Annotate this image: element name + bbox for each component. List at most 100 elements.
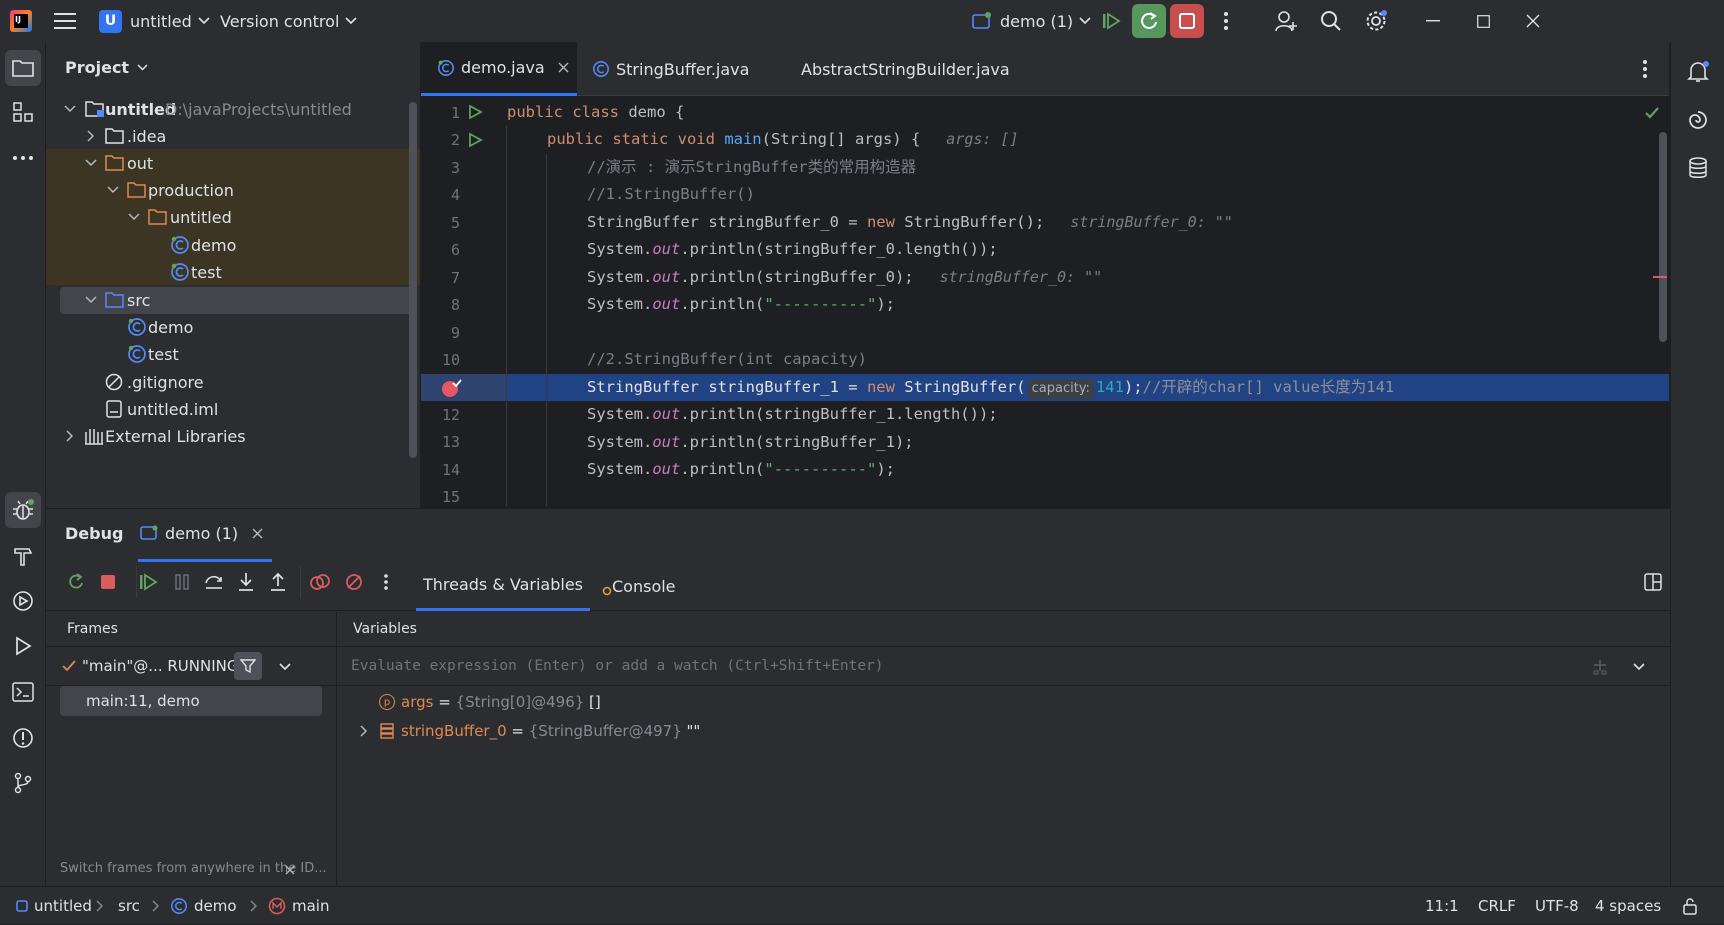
filter-icon[interactable]	[234, 652, 262, 680]
breadcrumb-main[interactable]: main	[268, 887, 329, 925]
breadcrumb-src[interactable]: src	[118, 887, 140, 925]
project-switcher[interactable]: U untitled	[99, 0, 210, 42]
code-line-13[interactable]: System.out.println(stringBuffer_1);	[587, 429, 914, 456]
project-panel-header[interactable]: Project	[65, 42, 148, 92]
stop-button[interactable]	[1170, 0, 1204, 42]
close-tab-icon[interactable]	[252, 528, 263, 539]
more-actions-icon[interactable]	[1218, 0, 1234, 42]
resume-program-icon[interactable]	[134, 568, 162, 596]
more-tools-button[interactable]	[5, 140, 41, 176]
breadcrumb-project[interactable]: untitled	[16, 887, 92, 925]
tree-item-gitignore[interactable]: .gitignore	[46, 367, 418, 397]
tab-demo-java[interactable]: demo.java	[421, 42, 577, 96]
problems-tool-button[interactable]	[5, 720, 41, 756]
close-tab-icon[interactable]	[558, 62, 569, 73]
run-main-icon[interactable]	[467, 132, 483, 148]
tree-item-idea[interactable]: .idea	[46, 121, 418, 151]
tree-item-src-demo[interactable]: demo	[46, 312, 418, 342]
code-line-11[interactable]: StringBuffer stringBuffer_1 = new String…	[587, 374, 1394, 401]
step-out-icon[interactable]	[264, 568, 292, 596]
variable-row[interactable]: p args = {String[0]@496} []	[337, 687, 1637, 717]
project-scrollbar[interactable]	[409, 102, 417, 458]
mute-breakpoints-icon[interactable]	[340, 568, 368, 596]
layout-settings-icon[interactable]	[1644, 573, 1662, 591]
terminal-tool-button[interactable]	[5, 674, 41, 710]
ai-assistant-button[interactable]	[1680, 102, 1716, 138]
git-tool-button[interactable]	[5, 765, 41, 801]
stop-icon[interactable]	[94, 568, 122, 596]
thread-selector[interactable]: "main"@... RUNNING	[46, 646, 336, 686]
code-line-7[interactable]: System.out.println(stringBuffer_0); strin…	[587, 264, 1102, 291]
code-line-8[interactable]: System.out.println("----------");	[587, 291, 895, 318]
vcs-menu[interactable]: Version control	[220, 0, 357, 42]
code-line-1[interactable]: public class demo {	[507, 99, 684, 126]
maximize-button[interactable]	[1458, 0, 1508, 42]
code-line-10[interactable]: //2.StringBuffer(int capacity)	[587, 346, 867, 373]
services-tool-button[interactable]	[5, 583, 41, 619]
tree-item-external-libraries[interactable]: External Libraries	[46, 421, 418, 451]
tree-item-untitled-out[interactable]: untitled	[46, 202, 418, 232]
line-separator[interactable]: CRLF	[1478, 887, 1516, 925]
tab-console[interactable]: Console	[602, 561, 676, 611]
frame-item[interactable]: main:11, demo	[60, 686, 322, 716]
tree-item-untitled-root[interactable]: untitled D:\javaProjects\untitled	[46, 94, 418, 124]
tab-stringbuffer-java[interactable]: StringBuffer.java	[592, 42, 762, 96]
step-over-icon[interactable]	[200, 568, 228, 596]
minimize-button[interactable]	[1408, 0, 1458, 42]
chevron-down-icon[interactable]	[1633, 663, 1645, 671]
tab-threads-variables[interactable]: Threads & Variables	[416, 561, 590, 611]
chevron-down-icon[interactable]	[279, 663, 291, 671]
database-button[interactable]	[1680, 150, 1716, 186]
structure-tool-button[interactable]	[5, 94, 41, 130]
code-line-6[interactable]: System.out.println(stringBuffer_0.length…	[587, 236, 998, 263]
project-tool-button[interactable]	[5, 50, 41, 86]
add-watch-icon[interactable]	[1592, 659, 1608, 675]
tree-item-src[interactable]: src	[46, 285, 418, 315]
indent-settings[interactable]: 4 spaces	[1595, 887, 1661, 925]
close-hint-icon[interactable]	[285, 865, 295, 875]
editor-scrollbar[interactable]	[1659, 132, 1667, 342]
search-icon[interactable]	[1320, 0, 1342, 42]
code-line-4[interactable]: //1.StringBuffer()	[587, 181, 755, 208]
close-window-button[interactable]	[1508, 0, 1558, 42]
debug-session-tab[interactable]: demo (1)	[140, 509, 263, 557]
tree-item-test-class[interactable]: test	[46, 257, 418, 287]
run-tool-button[interactable]	[5, 628, 41, 664]
tree-item-iml[interactable]: untitled.iml	[46, 394, 418, 424]
view-breakpoints-icon[interactable]	[306, 568, 334, 596]
tree-item-src-test[interactable]: test	[46, 339, 418, 369]
pause-icon[interactable]	[168, 568, 196, 596]
intellij-logo[interactable]: IJ	[10, 0, 32, 42]
rerun-debug-button[interactable]	[1132, 0, 1166, 42]
code-line-12[interactable]: System.out.println(stringBuffer_1.length…	[587, 401, 998, 428]
build-tool-button[interactable]	[5, 538, 41, 574]
rerun-icon[interactable]	[62, 568, 90, 596]
code-line-14[interactable]: System.out.println("----------");	[587, 456, 895, 483]
code-line-5[interactable]: StringBuffer stringBuffer_0 = new String…	[587, 209, 1233, 236]
variable-row[interactable]: stringBuffer_0 = {StringBuffer@497} ""	[337, 716, 1637, 746]
more-debug-actions-icon[interactable]	[372, 568, 400, 596]
caret-position[interactable]: 11:1	[1425, 887, 1459, 925]
breakpoint-icon[interactable]	[440, 378, 462, 398]
tab-abstractstringbuilder-java[interactable]: AbstractStringBuilder.java	[793, 42, 1010, 96]
step-into-icon[interactable]	[232, 568, 260, 596]
breadcrumb-demo[interactable]: demo	[170, 887, 237, 925]
chevron-right-icon[interactable]	[359, 725, 369, 737]
main-menu-icon[interactable]	[54, 0, 76, 42]
no-problems-check-icon[interactable]	[1644, 106, 1660, 120]
code-line-2[interactable]: public static void main(String[] args) {…	[547, 126, 1019, 153]
evaluate-expression-field[interactable]: Evaluate expression (Enter) or add a wat…	[337, 646, 1670, 686]
run-class-icon[interactable]	[467, 104, 483, 120]
read-only-lock-icon[interactable]	[1682, 887, 1698, 925]
notifications-button[interactable]	[1680, 54, 1716, 90]
add-user-icon[interactable]	[1274, 0, 1298, 42]
code-line-3[interactable]: //演示 : 演示StringBuffer类的常用构造器	[587, 154, 916, 181]
run-config-selector[interactable]: demo (1)	[972, 0, 1091, 42]
file-encoding[interactable]: UTF-8	[1535, 887, 1579, 925]
tab-options-icon[interactable]	[1643, 42, 1647, 96]
tree-item-production[interactable]: production	[46, 175, 418, 205]
resume-icon[interactable]	[1098, 0, 1124, 42]
tree-item-demo-class[interactable]: demo	[46, 230, 418, 260]
debug-tool-button[interactable]	[5, 492, 41, 528]
tree-item-out[interactable]: out	[46, 148, 418, 178]
